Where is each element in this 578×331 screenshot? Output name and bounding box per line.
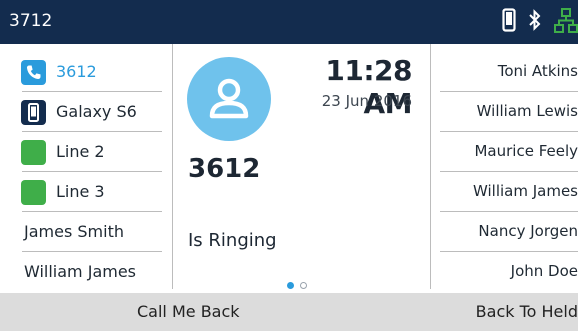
contact-key-john-doe[interactable]: John Doe — [440, 252, 578, 292]
line-key-label: Galaxy S6 — [56, 102, 137, 121]
caller-number: 3612 — [188, 154, 261, 184]
network-icon — [554, 8, 578, 38]
line-key-label: Line 2 — [56, 142, 105, 161]
line-key-3612[interactable]: 3612 — [0, 52, 162, 92]
phone-handset-icon — [21, 60, 46, 85]
line-key-label: Line 3 — [56, 182, 105, 201]
extension-number: 3712 — [9, 11, 53, 31]
contact-label: Toni Atkins — [497, 62, 578, 80]
contact-label: William Lewis — [476, 102, 578, 120]
contact-key-william-james[interactable]: William James — [440, 172, 578, 212]
status-bar: 3712 — [0, 0, 578, 44]
line-key-william-james[interactable]: William James — [0, 252, 162, 292]
call-me-back-button[interactable]: Call Me Back — [137, 293, 240, 331]
left-divider — [172, 44, 173, 289]
line-keys-panel: 3612 Galaxy S6 Line 2 Line 3 James Smith… — [0, 44, 172, 289]
contact-key-william-lewis[interactable]: William Lewis — [440, 92, 578, 132]
mobile-phone-icon — [21, 100, 46, 125]
back-to-held-button[interactable]: Back To Held — [476, 293, 578, 331]
clock-time: 11:28 AM — [325, 54, 412, 120]
contact-key-nancy-jorgen[interactable]: Nancy Jorgen — [440, 212, 578, 252]
person-icon — [209, 78, 249, 119]
contact-label: John Doe — [510, 262, 578, 280]
softkey-bar: Call Me Back Back To Held — [0, 293, 578, 331]
right-divider — [430, 44, 431, 289]
clock-date: 23 Jun 2016 — [321, 92, 412, 110]
contact-key-maurice-feely[interactable]: Maurice Feely — [440, 132, 578, 172]
line-key-james-smith[interactable]: James Smith — [0, 212, 162, 252]
contact-key-toni-atkins[interactable]: Toni Atkins — [440, 52, 578, 92]
bluetooth-icon — [528, 8, 542, 36]
page-indicator-active — [287, 282, 294, 289]
line-key-label: 3612 — [56, 62, 97, 81]
line-status-icon — [21, 140, 46, 165]
line-key-label: James Smith — [24, 222, 124, 241]
call-status: Is Ringing — [188, 230, 277, 251]
caller-avatar — [187, 57, 271, 141]
phone-screen: 3712 3612 Galaxy S6 Line 2 Line 3 James … — [0, 0, 578, 331]
contact-label: Nancy Jorgen — [478, 222, 578, 240]
line-key-line-3[interactable]: Line 3 — [0, 172, 162, 212]
contact-label: William James — [472, 182, 578, 200]
line-key-line-2[interactable]: Line 2 — [0, 132, 162, 172]
line-status-icon — [21, 180, 46, 205]
line-key-label: William James — [24, 262, 137, 281]
page-indicator — [300, 282, 307, 289]
mobile-phone-icon — [502, 8, 516, 36]
contact-label: Maurice Feely — [474, 142, 578, 160]
line-key-galaxy-s6[interactable]: Galaxy S6 — [0, 92, 162, 132]
